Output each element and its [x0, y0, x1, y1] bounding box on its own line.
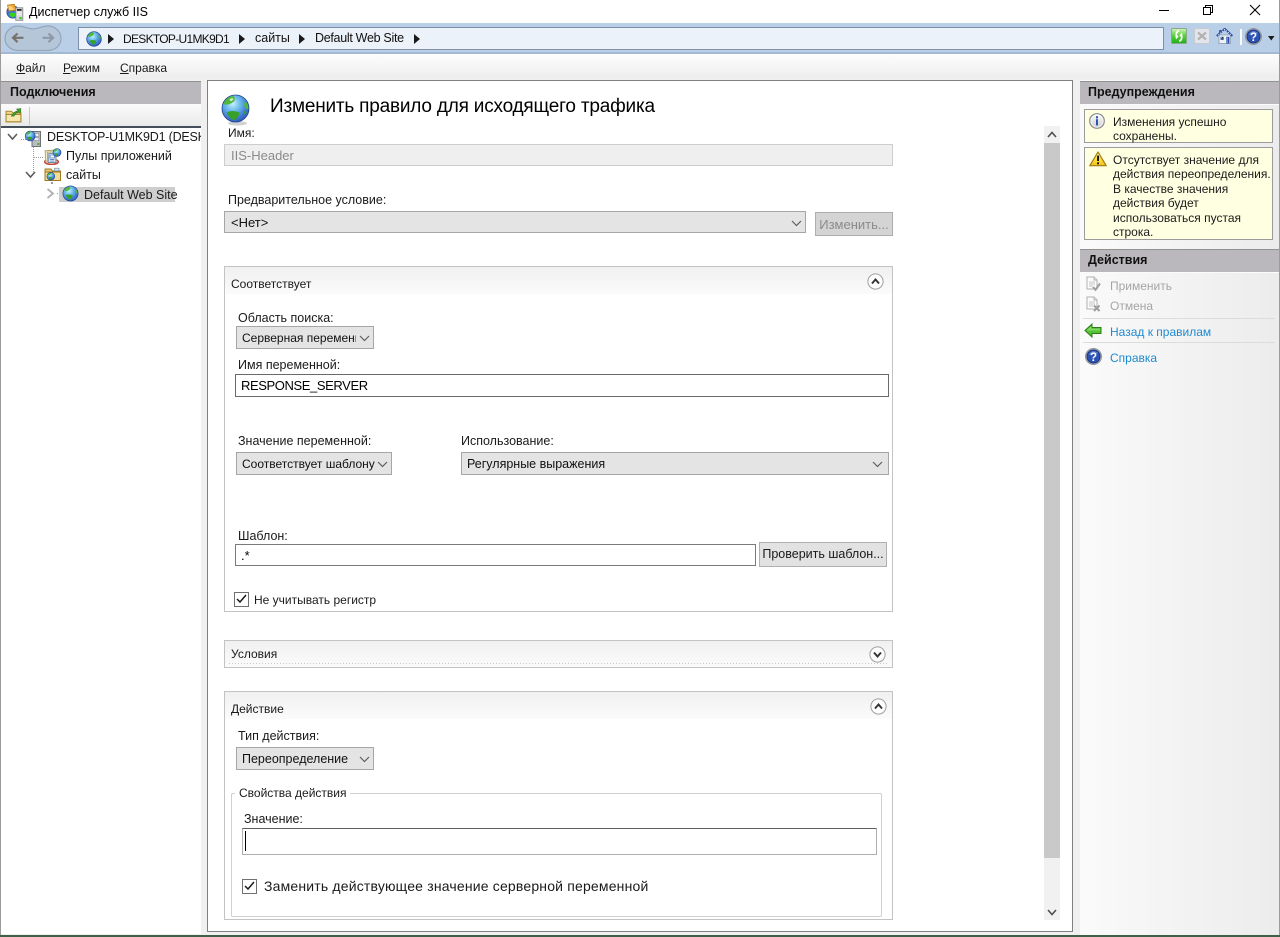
svg-text:?: ? [1250, 32, 1257, 44]
svg-text:?: ? [1090, 352, 1097, 364]
